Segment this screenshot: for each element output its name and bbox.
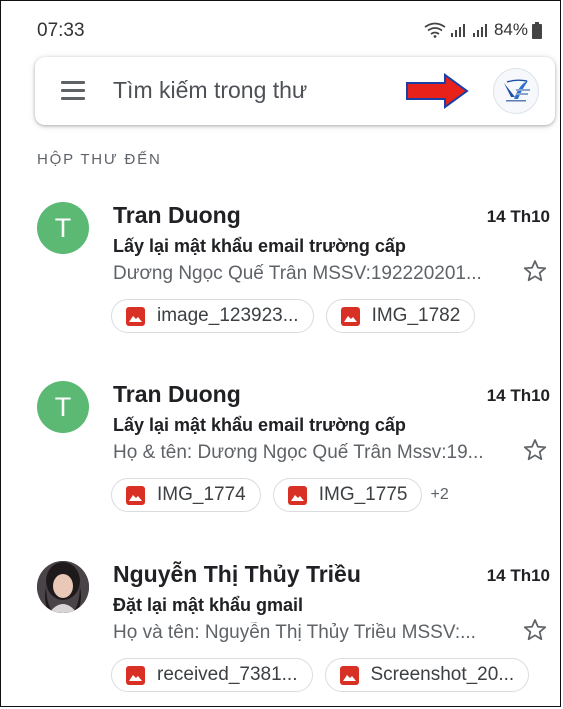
star-icon[interactable] [522,437,548,468]
message-subject: Lấy lại mật khẩu email trường cấp [113,415,406,435]
attachment-chip[interactable]: IMG_1775 [272,478,423,512]
attachment-chip[interactable]: IMG_1782 [325,299,476,333]
image-attachment-icon [126,665,145,685]
sender-name: Nguyễn Thị Thủy Triều [113,561,361,587]
image-attachment-icon [126,306,145,326]
message-snippet: Dương Ngọc Quế Trân MSSV:192220201... [113,263,482,284]
status-time: 07:33 [37,20,85,41]
status-indicators: 84% [424,20,542,40]
attachment-chip[interactable]: received_7381... [111,658,313,692]
attachment-chips: image_123923... IMG_1782 [111,299,487,333]
message-row[interactable]: T Tran Duong 14 Th10 Lấy lại mật khẩu em… [1,381,560,551]
message-snippet: Họ và tên: Nguyễn Thị Thủy Triều MSSV:..… [113,622,476,643]
image-attachment-icon [126,485,145,505]
message-snippet: Họ & tên: Dương Ngọc Quế Trân Mssv:19... [113,442,484,463]
attachment-chips: IMG_1774 IMG_1775 +2 [111,478,449,512]
attachment-chip[interactable]: image_123923... [111,299,314,333]
attachment-name: IMG_1782 [371,305,461,326]
message-subject: Đặt lại mật khẩu gmail [113,595,304,615]
inbox-section-label: HỘP THƯ ĐẾN [37,151,162,168]
attachment-name: IMG_1774 [157,484,246,505]
attachment-chip[interactable]: Screenshot_20... [324,658,530,692]
signal-icon [472,22,490,38]
sender-avatar[interactable]: T [37,381,89,433]
battery-level: 84% [493,20,528,39]
search-bar[interactable]: Tìm kiếm trong thư [35,57,555,125]
attachment-chip[interactable]: IMG_1774 [111,478,261,512]
image-attachment-icon [339,665,359,685]
menu-icon[interactable] [61,81,85,101]
sender-name: Tran Duong [113,381,241,407]
sender-name: Tran Duong [113,202,241,228]
message-row[interactable]: T Tran Duong 14 Th10 Lấy lại mật khẩu em… [1,202,560,372]
attachment-name: IMG_1775 [318,484,408,505]
attachment-name: received_7381... [157,664,298,685]
status-bar: 07:33 84% [1,1,560,47]
account-avatar[interactable] [493,68,539,114]
message-date: 14 Th10 [486,207,550,226]
star-icon[interactable] [522,617,548,648]
message-row[interactable]: Nguyễn Thị Thủy Triều 14 Th10 Đặt lại mậ… [1,561,560,706]
red-arrow-icon [405,73,469,114]
attachment-name: Screenshot_20... [370,664,515,685]
image-attachment-icon [340,306,360,326]
more-attachments-count[interactable]: +2 [430,486,448,504]
message-date: 14 Th10 [486,386,550,405]
image-attachment-icon [287,485,307,505]
attachment-name: image_123923... [157,305,299,326]
star-icon[interactable] [522,258,548,289]
wifi-icon [424,22,446,38]
signal-icon [450,22,468,38]
search-input[interactable]: Tìm kiếm trong thư [113,77,307,104]
message-date: 14 Th10 [486,566,550,585]
sender-avatar[interactable] [37,561,89,613]
attachment-chips: received_7381... Screenshot_20... [111,658,541,692]
message-subject: Lấy lại mật khẩu email trường cấp [113,236,406,256]
sender-avatar[interactable]: T [37,202,89,254]
battery-icon [532,21,542,39]
phone-screen: 07:33 84% Tìm kiếm trong thư HỘP THƯ ĐẾN… [0,0,561,707]
